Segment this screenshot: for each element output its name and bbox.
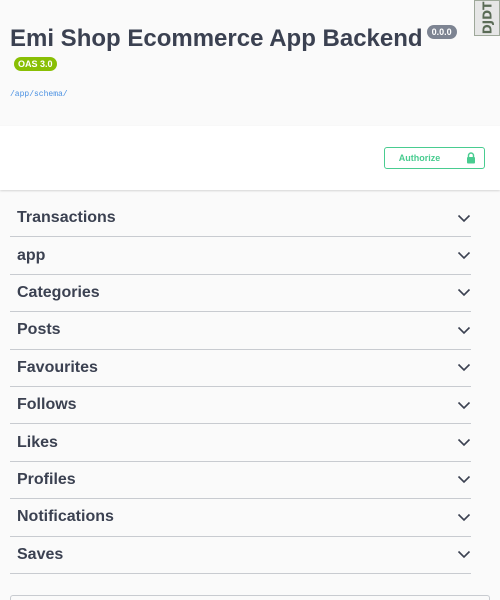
lock-icon: [467, 152, 476, 164]
chevron-down-icon[interactable]: [457, 363, 471, 372]
tag-section-posts[interactable]: Posts: [10, 312, 471, 350]
chevron-down-icon[interactable]: [457, 475, 471, 484]
chevron-down-icon[interactable]: [457, 401, 471, 410]
spec-link[interactable]: /app/schema/: [10, 90, 490, 99]
title-row: Emi Shop Ecommerce App Backend 0.0.0: [10, 24, 490, 54]
tag-label: Saves: [17, 545, 64, 563]
tag-label: Follows: [17, 396, 77, 414]
chevron-down-icon[interactable]: [457, 288, 471, 297]
tag-list: Transactions app Categories Posts Favourites…: [0, 200, 500, 574]
chevron-down-icon[interactable]: [457, 251, 471, 260]
chevron-down-icon[interactable]: [457, 550, 471, 559]
oas-badge: OAS 3.0: [14, 57, 57, 71]
bottom-section-edge: [10, 595, 490, 600]
tag-label: Notifications: [17, 508, 114, 526]
djdt-label: DJDT: [480, 1, 495, 35]
tag-label: Favourites: [17, 358, 98, 376]
tag-label: app: [17, 246, 46, 264]
tag-section-follows[interactable]: Follows: [10, 387, 471, 425]
tag-section-notifications[interactable]: Notifications: [10, 499, 471, 537]
api-title: Emi Shop Ecommerce App Backend: [10, 25, 423, 52]
authorize-label: Authorize: [398, 153, 441, 163]
tag-section-profiles[interactable]: Profiles: [10, 462, 471, 500]
chevron-down-icon[interactable]: [457, 214, 471, 223]
tag-label: Likes: [17, 433, 58, 451]
tag-section-saves[interactable]: Saves: [10, 537, 471, 574]
chevron-down-icon[interactable]: [457, 513, 471, 522]
tag-label: Profiles: [17, 470, 76, 488]
tag-label: Transactions: [17, 209, 116, 227]
tag-section-likes[interactable]: Likes: [10, 424, 471, 462]
chevron-down-icon[interactable]: [457, 326, 471, 335]
tag-section-favourites[interactable]: Favourites: [10, 350, 471, 387]
tag-section-app[interactable]: app: [10, 237, 471, 275]
version-badge: 0.0.0: [426, 25, 457, 39]
tag-section-categories[interactable]: Categories: [10, 275, 471, 313]
api-info: Emi Shop Ecommerce App Backend 0.0.0 OAS…: [0, 0, 500, 126]
tag-section-transactions[interactable]: Transactions: [10, 200, 471, 238]
tag-label: Categories: [17, 283, 100, 301]
chevron-down-icon[interactable]: [457, 438, 471, 447]
scheme-container: Authorize: [0, 126, 500, 190]
tag-label: Posts: [17, 321, 61, 339]
djdt-toolbar-handle[interactable]: DJDT: [474, 0, 500, 36]
authorize-button[interactable]: Authorize: [384, 147, 485, 169]
